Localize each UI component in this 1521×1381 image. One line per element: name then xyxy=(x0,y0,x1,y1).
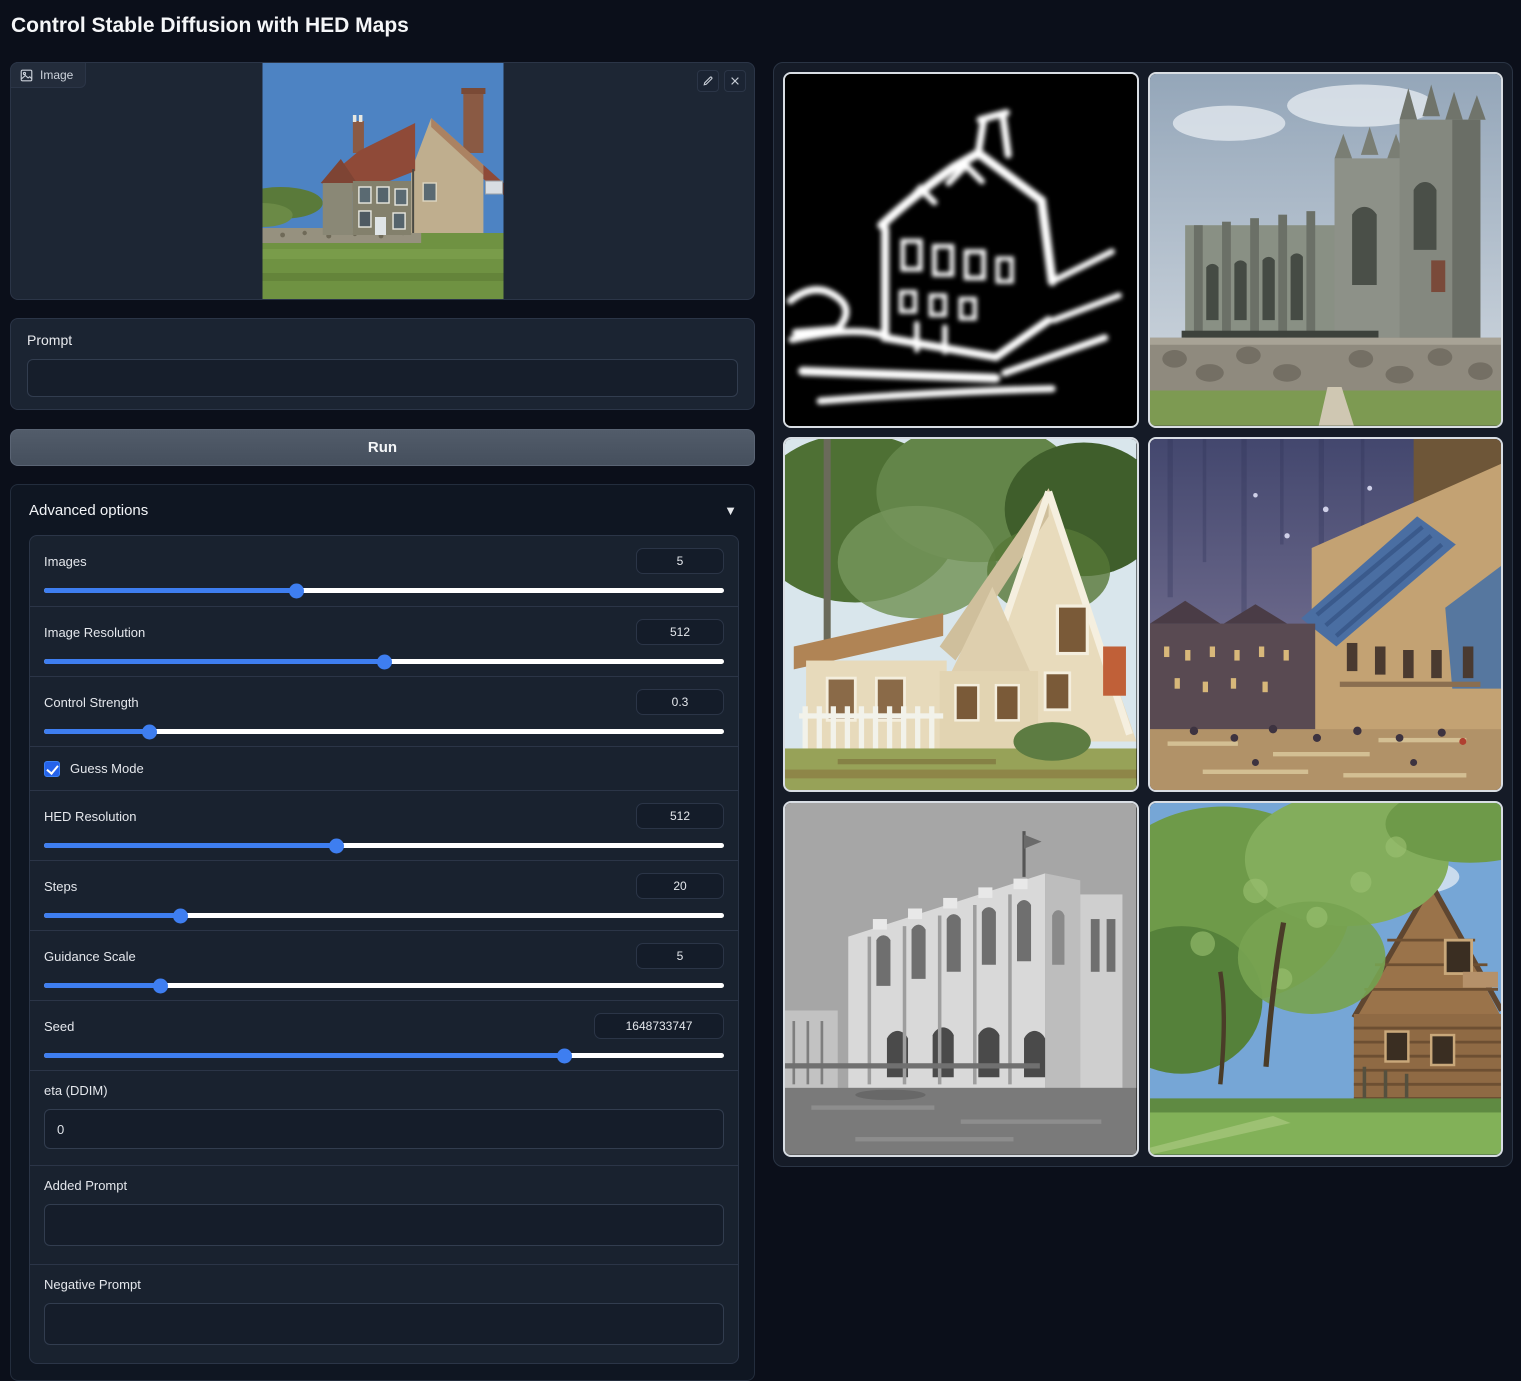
gallery-item-cream-house-painting[interactable] xyxy=(783,437,1139,793)
clear-image-button[interactable] xyxy=(724,70,746,92)
seed-slider-row: Seed 1648733747 xyxy=(30,1000,738,1070)
steps-slider[interactable] xyxy=(44,913,724,918)
slider-handle[interactable] xyxy=(329,838,344,853)
seed-label: Seed xyxy=(44,1019,74,1034)
result-gallery xyxy=(773,62,1513,1167)
run-button[interactable]: Run xyxy=(10,429,755,466)
pencil-icon xyxy=(702,75,714,87)
added-prompt-row: Added Prompt xyxy=(30,1165,738,1264)
control-strength-label: Control Strength xyxy=(44,695,139,710)
image-input-panel[interactable]: Image xyxy=(10,62,755,300)
guess-mode-checkbox[interactable] xyxy=(44,761,60,777)
guidance-scale-value-input[interactable]: 5 xyxy=(636,943,724,969)
hed-resolution-label: HED Resolution xyxy=(44,809,137,824)
close-icon xyxy=(729,75,741,87)
images-slider-row: Images 5 xyxy=(30,536,738,606)
gallery-item-stone-cathedral[interactable] xyxy=(1148,72,1504,428)
added-prompt-input[interactable] xyxy=(44,1204,724,1246)
gallery-item-impressionist-street[interactable] xyxy=(1148,437,1504,793)
hed-resolution-slider-row: HED Resolution 512 xyxy=(30,790,738,860)
gallery-item-wooden-house-with-trees[interactable] xyxy=(1148,801,1504,1157)
advanced-options-header[interactable]: Advanced options ▼ xyxy=(11,485,754,534)
seed-value-input[interactable]: 1648733747 xyxy=(594,1013,724,1039)
slider-handle[interactable] xyxy=(557,1048,572,1063)
advanced-options-form: Images 5 Image Resolution 512 Contro xyxy=(29,535,739,1364)
edit-image-button[interactable] xyxy=(697,70,719,92)
control-strength-slider[interactable] xyxy=(44,729,724,734)
collapse-arrow-icon[interactable]: ▼ xyxy=(724,503,737,518)
image-resolution-slider-row: Image Resolution 512 xyxy=(30,606,738,676)
page-title: Control Stable Diffusion with HED Maps xyxy=(11,14,409,38)
prompt-label: Prompt xyxy=(27,332,738,348)
advanced-options-panel: Advanced options ▼ Images 5 Image Resolu… xyxy=(10,484,755,1381)
seed-slider[interactable] xyxy=(44,1053,724,1058)
advanced-options-title: Advanced options xyxy=(29,502,148,519)
guidance-scale-label: Guidance Scale xyxy=(44,949,136,964)
slider-handle[interactable] xyxy=(377,654,392,669)
image-tab[interactable]: Image xyxy=(10,62,86,88)
image-resolution-slider[interactable] xyxy=(44,659,724,664)
guess-mode-row: Guess Mode xyxy=(30,746,738,790)
gallery-item-hed-edge-map[interactable] xyxy=(783,72,1139,428)
slider-handle[interactable] xyxy=(173,908,188,923)
steps-slider-row: Steps 20 xyxy=(30,860,738,930)
control-strength-slider-row: Control Strength 0.3 xyxy=(30,676,738,746)
slider-handle[interactable] xyxy=(153,978,168,993)
negative-prompt-row: Negative Prompt xyxy=(30,1264,738,1363)
image-tab-label: Image xyxy=(40,68,73,82)
image-actions xyxy=(697,70,746,92)
hed-resolution-slider[interactable] xyxy=(44,843,724,848)
images-label: Images xyxy=(44,554,87,569)
image-icon xyxy=(20,69,33,82)
hed-resolution-value-input[interactable]: 512 xyxy=(636,803,724,829)
eta-row: eta (DDIM) 0 xyxy=(30,1070,738,1165)
prompt-panel: Prompt xyxy=(10,318,755,410)
negative-prompt-input[interactable] xyxy=(44,1303,724,1345)
eta-input[interactable]: 0 xyxy=(44,1109,724,1149)
guidance-scale-slider-row: Guidance Scale 5 xyxy=(30,930,738,1000)
added-prompt-label: Added Prompt xyxy=(44,1178,724,1193)
control-strength-value-input[interactable]: 0.3 xyxy=(636,689,724,715)
images-slider[interactable] xyxy=(44,588,724,593)
input-image-house-photo xyxy=(262,63,503,299)
image-resolution-value-input[interactable]: 512 xyxy=(636,619,724,645)
slider-handle[interactable] xyxy=(289,583,304,598)
steps-value-input[interactable]: 20 xyxy=(636,873,724,899)
steps-label: Steps xyxy=(44,879,77,894)
negative-prompt-label: Negative Prompt xyxy=(44,1277,724,1292)
eta-label: eta (DDIM) xyxy=(44,1083,724,1098)
guidance-scale-slider[interactable] xyxy=(44,983,724,988)
image-resolution-label: Image Resolution xyxy=(44,625,145,640)
slider-handle[interactable] xyxy=(142,724,157,739)
images-value-input[interactable]: 5 xyxy=(636,548,724,574)
guess-mode-label: Guess Mode xyxy=(70,761,144,776)
prompt-input[interactable] xyxy=(27,359,738,397)
controls-column: Image Prompt Run Advanced options ▼ xyxy=(10,62,755,1381)
gallery-item-bw-gothic-building[interactable] xyxy=(783,801,1139,1157)
